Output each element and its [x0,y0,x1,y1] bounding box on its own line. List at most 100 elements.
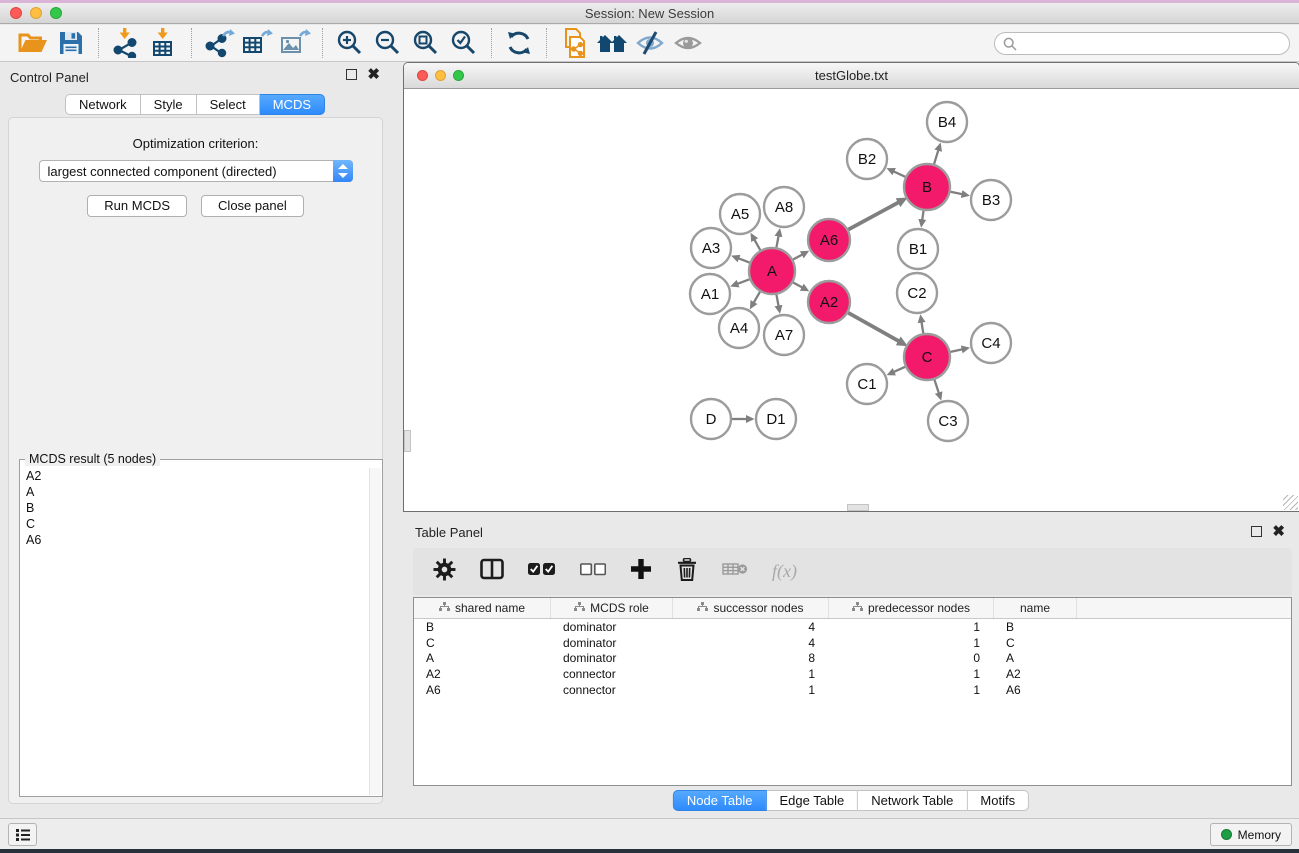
mcds-result-item[interactable]: A2 [21,468,368,484]
show-eye-icon[interactable] [669,27,707,59]
close-panel-icon[interactable]: ✖ [367,69,380,80]
table-settings-gear-icon[interactable] [433,558,456,586]
graph-edge[interactable] [776,236,778,248]
import-table-icon[interactable] [145,27,183,59]
table-cell[interactable]: 4 [673,620,829,634]
refresh-view-icon[interactable] [500,27,538,59]
delete-column-trash-icon[interactable] [676,558,698,586]
table-cell[interactable]: dominator [551,620,673,634]
table-row[interactable]: Cdominator41C [414,635,1291,651]
zoom-selected-icon[interactable] [445,27,483,59]
canvas-left-grip[interactable] [404,430,411,452]
graph-node-B3[interactable]: B3 [971,180,1011,220]
tab-edge-table[interactable]: Edge Table [766,790,858,811]
deselect-all-icon[interactable] [580,563,606,581]
table-cell[interactable]: 4 [673,636,829,650]
graph-node-A6[interactable]: A6 [808,219,850,261]
show-columns-icon[interactable] [480,558,504,585]
table-cell[interactable]: A2 [994,667,1077,681]
function-builder-icon[interactable]: f(x) [772,561,797,582]
graph-node-B2[interactable]: B2 [847,139,887,179]
tab-mcds[interactable]: MCDS [260,94,325,115]
select-all-icon[interactable] [528,562,556,581]
graph-node-A5[interactable]: A5 [720,194,760,234]
graph-node-C2[interactable]: C2 [897,273,937,313]
graph-edge[interactable] [848,202,899,229]
table-row[interactable]: A2connector11A2 [414,666,1291,682]
table-row[interactable]: Bdominator41B [414,619,1291,635]
table-cell[interactable]: 1 [829,620,994,634]
table-cell[interactable]: dominator [551,651,673,665]
graph-node-B4[interactable]: B4 [927,102,967,142]
close-table-panel-icon[interactable]: ✖ [1272,526,1285,537]
delete-table-icon[interactable] [722,561,748,582]
tab-style[interactable]: Style [141,94,197,115]
graph-edge[interactable] [738,258,749,262]
table-cell[interactable]: A6 [994,683,1077,697]
table-row[interactable]: A6connector11A6 [414,682,1291,698]
table-cell[interactable]: 1 [673,683,829,697]
column-header-MCDS-role[interactable]: MCDS role [551,598,673,618]
graph-edge[interactable] [951,192,963,194]
open-session-icon[interactable] [14,27,52,59]
graph-node-A8[interactable]: A8 [764,187,804,227]
graph-edge[interactable] [737,279,749,284]
table-cell[interactable]: B [994,620,1077,634]
result-list-scrollbar[interactable] [369,468,381,795]
table-cell[interactable]: connector [551,667,673,681]
graph-node-A2[interactable]: A2 [808,281,850,323]
graph-node-C3[interactable]: C3 [928,401,968,441]
tab-motifs[interactable]: Motifs [967,790,1029,811]
graph-edge[interactable] [921,322,923,334]
graph-node-A1[interactable]: A1 [690,274,730,314]
mcds-result-item[interactable]: A [21,484,368,500]
graph-edge[interactable] [776,295,778,307]
table-cell[interactable]: B [414,620,551,634]
column-header-predecessor-nodes[interactable]: predecessor nodes [829,598,994,618]
graph-node-B1[interactable]: B1 [898,229,938,269]
tab-network[interactable]: Network [65,94,141,115]
zoom-fit-icon[interactable] [407,27,445,59]
tab-network-table[interactable]: Network Table [858,790,967,811]
table-cell[interactable]: C [414,636,551,650]
graph-edge[interactable] [793,254,803,259]
table-cell[interactable]: 1 [829,636,994,650]
graph-node-A[interactable]: A [749,248,795,294]
mcds-result-item[interactable]: C [21,516,368,532]
search-input[interactable] [1021,35,1289,53]
graph-edge[interactable] [754,239,760,250]
save-session-icon[interactable] [52,27,90,59]
import-network-icon[interactable] [107,27,145,59]
graph-node-C1[interactable]: C1 [847,364,887,404]
table-cell[interactable]: 1 [673,667,829,681]
export-network-icon[interactable] [200,27,238,59]
canvas-bottom-grip[interactable] [847,504,869,511]
graph-edge[interactable] [754,292,760,303]
graph-edge[interactable] [793,282,803,287]
close-panel-button[interactable]: Close panel [201,195,304,217]
graph-edge[interactable] [893,171,905,177]
graph-node-A3[interactable]: A3 [691,228,731,268]
column-header-shared-name[interactable]: shared name [414,598,551,618]
criterion-select[interactable]: largest connected component (directed) [39,160,353,182]
graph-node-A4[interactable]: A4 [719,308,759,348]
table-cell[interactable]: A [414,651,551,665]
graph-node-B[interactable]: B [904,164,950,210]
float-table-panel-icon[interactable] [1251,526,1262,537]
table-row[interactable]: Adominator80A [414,651,1291,667]
column-header-successor-nodes[interactable]: successor nodes [673,598,829,618]
column-header-name[interactable]: name [994,598,1077,618]
table-cell[interactable]: 1 [829,683,994,697]
export-table-icon[interactable] [238,27,276,59]
zoom-in-icon[interactable] [331,27,369,59]
home-view-icon[interactable] [593,27,631,59]
graph-edge[interactable] [950,349,962,352]
zoom-out-icon[interactable] [369,27,407,59]
table-cell[interactable]: dominator [551,636,673,650]
clone-network-icon[interactable] [555,27,593,59]
memory-button[interactable]: Memory [1210,823,1292,846]
run-mcds-button[interactable]: Run MCDS [87,195,187,217]
table-cell[interactable]: A [994,651,1077,665]
window-resize-grip[interactable] [1283,495,1298,510]
status-options-button[interactable] [8,823,37,846]
